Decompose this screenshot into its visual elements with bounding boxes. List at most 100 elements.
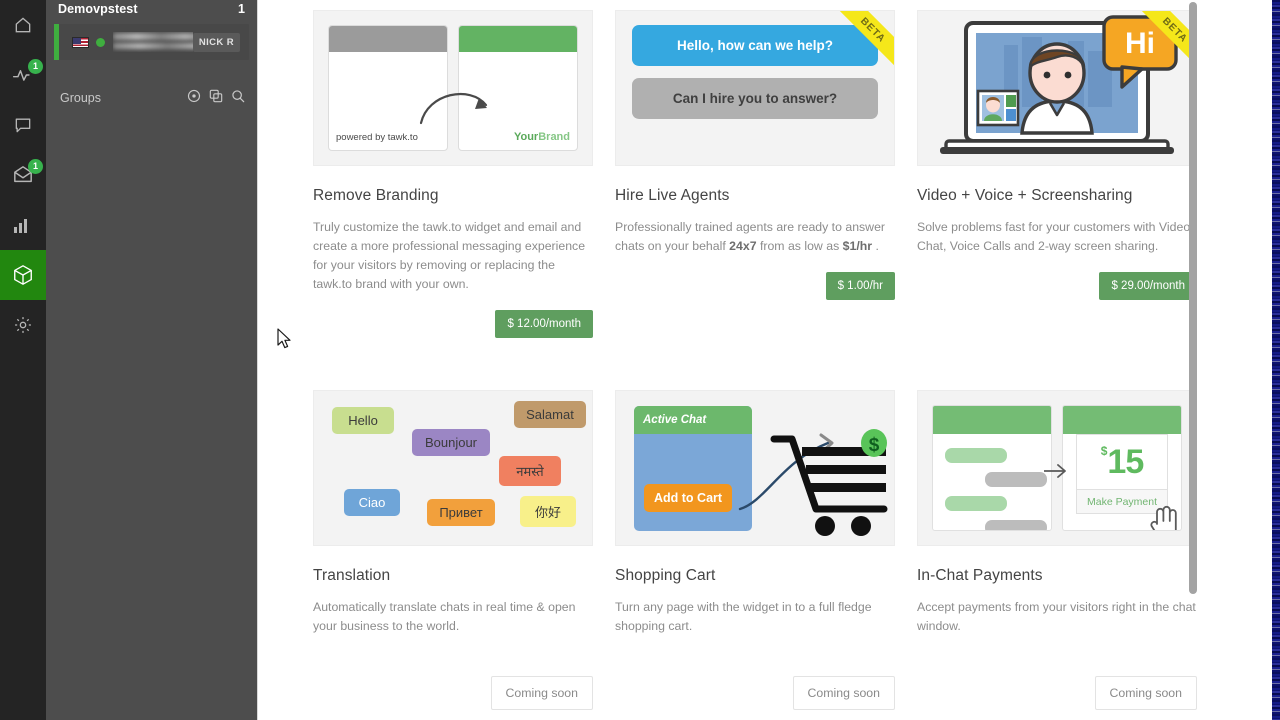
coming-soon-button-shopping-cart[interactable]: Coming soon: [792, 676, 895, 710]
price-button-hire-live-agents[interactable]: $ 1.00/hr: [825, 272, 895, 300]
app-root: 1 1 Demovpstest 1 NICK R Groups powered …: [0, 0, 1280, 720]
bar-chart-icon: [14, 217, 32, 233]
chat-form-mock: [932, 405, 1052, 531]
card-remove-branding-title: Remove Branding: [313, 187, 439, 204]
card-in-chat-payments-desc: Accept payments from your visitors right…: [917, 600, 1196, 633]
visitor-chat-bubble: Hello, how can we help?: [632, 25, 878, 66]
language-chip: Привет: [427, 499, 495, 526]
pointer-hand-icon: [1150, 505, 1177, 530]
card-in-chat-payments-art: $15 Make Payment: [917, 390, 1197, 546]
coming-soon-button-translation[interactable]: Coming soon: [490, 676, 593, 710]
language-chip: Salamat: [514, 401, 586, 428]
add-ons-grid: powered by tawk.to YourBrand Remove Bran…: [258, 0, 1198, 710]
card-shopping-cart-title: Shopping Cart: [615, 567, 716, 584]
svg-text:Hi: Hi: [1125, 27, 1155, 60]
language-chips: Hello Bounjour Salamat नमस्ते Ciao Привет 你好: [314, 391, 592, 545]
card-shopping-cart[interactable]: Active Chat Add to Cart $ Shopping Cart …: [615, 390, 895, 710]
card-translation-art: Hello Bounjour Salamat नमस्ते Ciao Привет 你好: [313, 390, 593, 546]
panel-title: Demovpstest: [58, 2, 138, 16]
chat-bubble-icon: [13, 115, 33, 135]
svg-text:$: $: [869, 435, 880, 456]
card-shopping-cart-art: Active Chat Add to Cart $: [615, 390, 895, 546]
add-ons-main: powered by tawk.to YourBrand Remove Bran…: [258, 0, 1272, 720]
target-circle-icon[interactable]: [187, 89, 201, 108]
main-scrollbar-thumb[interactable]: [1189, 2, 1197, 594]
arrow-right-icon: [1044, 464, 1066, 478]
your-brand-text-2: Brand: [538, 131, 570, 143]
sidebar-item-chat[interactable]: [0, 100, 46, 150]
sidebar-item-monitoring[interactable]: 1: [0, 50, 46, 100]
language-chip: Ciao: [344, 489, 400, 516]
card-hire-live-agents-cta: $ 1.00/hr: [615, 272, 895, 300]
package-box-icon: [12, 264, 34, 286]
card-remove-branding[interactable]: powered by tawk.to YourBrand Remove Bran…: [313, 10, 593, 338]
language-chip: Hello: [332, 407, 394, 434]
visitor-panel: Demovpstest 1 NICK R Groups: [46, 0, 258, 720]
language-chip: 你好: [520, 496, 576, 527]
online-status-dot: [96, 37, 105, 47]
gear-icon: [13, 315, 33, 335]
card-in-chat-payments[interactable]: $15 Make Payment In-Chat Payments Accept…: [917, 390, 1197, 710]
card-hire-live-agents-art: Hello, how can we help? Can I hire you t…: [615, 10, 895, 166]
main-scrollbar-track[interactable]: [1186, 0, 1200, 720]
coming-soon-button-in-chat-payments[interactable]: Coming soon: [1094, 676, 1197, 710]
mouse-cursor: [277, 328, 291, 349]
add-ons-row-2: Hello Bounjour Salamat नमस्ते Ciao Привет 你好 T…: [313, 390, 1198, 710]
visitor-list-item[interactable]: NICK R: [54, 24, 249, 60]
card-shopping-cart-desc: Turn any page with the widget in to a fu…: [615, 600, 872, 633]
price-button-video-voice[interactable]: $ 29.00/month: [1099, 272, 1197, 300]
card-translation-desc: Automatically translate chats in real ti…: [313, 600, 576, 633]
owner-chat-bubble: Can I hire you to answer?: [632, 78, 878, 119]
laptop-video-call-illustration: Hi: [940, 15, 1178, 154]
sidebar-item-add-ons[interactable]: [0, 250, 46, 300]
shopping-cart-illustration: $: [738, 429, 888, 536]
card-video-voice-title: Video + Voice + Screensharing: [917, 187, 1133, 204]
card-in-chat-payments-title: In-Chat Payments: [917, 567, 1043, 584]
payment-amount-display: $15: [1076, 434, 1168, 490]
background-window-edge: [1272, 0, 1280, 720]
payment-currency-symbol: $: [1100, 444, 1108, 458]
card-remove-branding-art: powered by tawk.to YourBrand: [313, 10, 593, 166]
assigned-agent-badge: NICK R: [192, 32, 240, 52]
card-video-voice-screensharing[interactable]: Hi BETA Video + Voice + Screensharing So…: [917, 10, 1197, 338]
language-chip: Bounjour: [412, 429, 490, 456]
curved-arrow-icon: [419, 92, 488, 125]
sidebar-item-reporting[interactable]: [0, 200, 46, 250]
payment-widget-mock: $15 Make Payment: [1062, 405, 1182, 531]
card-video-voice-art: Hi BETA: [917, 10, 1197, 166]
visitor-name-redacted: [113, 32, 193, 52]
card-hire-live-agents-desc: Professionally trained agents are ready …: [615, 220, 885, 253]
price-button-remove-branding[interactable]: $ 12.00/month: [495, 310, 593, 338]
card-remove-branding-desc: Truly customize the tawk.to widget and e…: [313, 220, 586, 291]
monitoring-badge: 1: [28, 59, 43, 74]
card-hire-live-agents-title: Hire Live Agents: [615, 187, 730, 204]
groups-section-header: Groups: [46, 87, 257, 109]
sidebar-item-home[interactable]: [0, 0, 46, 50]
inbox-badge: 1: [28, 159, 43, 174]
your-brand-text-1: Your: [513, 131, 539, 143]
groups-label: Groups: [60, 91, 101, 105]
sidebar-item-settings[interactable]: [0, 300, 46, 350]
search-icon[interactable]: [231, 89, 245, 108]
card-hire-live-agents[interactable]: Hello, how can we help? Can I hire you t…: [615, 10, 895, 338]
panel-header: Demovpstest 1: [46, 0, 257, 18]
card-translation-cta: Coming soon: [313, 676, 593, 710]
home-icon: [13, 15, 33, 35]
card-in-chat-payments-cta: Coming soon: [917, 676, 1197, 710]
sidebar-item-inbox[interactable]: 1: [0, 150, 46, 200]
card-video-voice-desc: Solve problems fast for your customers w…: [917, 220, 1191, 253]
payment-amount-value: 15: [1107, 442, 1144, 481]
card-translation[interactable]: Hello Bounjour Salamat नमस्ते Ciao Привет 你好 T…: [313, 390, 593, 710]
panel-visitor-count: 1: [238, 2, 245, 16]
card-video-voice-cta: $ 29.00/month: [917, 272, 1197, 300]
groups-actions: [187, 89, 245, 108]
language-chip: नमस्ते: [499, 456, 561, 486]
us-flag-icon: [72, 36, 89, 48]
left-nav-rail: 1 1: [0, 0, 46, 720]
visitor-online-accent: [54, 24, 59, 60]
add-ons-row-1: powered by tawk.to YourBrand Remove Bran…: [313, 10, 1198, 338]
duplicate-icon[interactable]: [209, 89, 223, 108]
card-translation-title: Translation: [313, 567, 391, 584]
card-shopping-cart-cta: Coming soon: [615, 676, 895, 710]
card-remove-branding-cta: $ 12.00/month: [313, 310, 593, 338]
